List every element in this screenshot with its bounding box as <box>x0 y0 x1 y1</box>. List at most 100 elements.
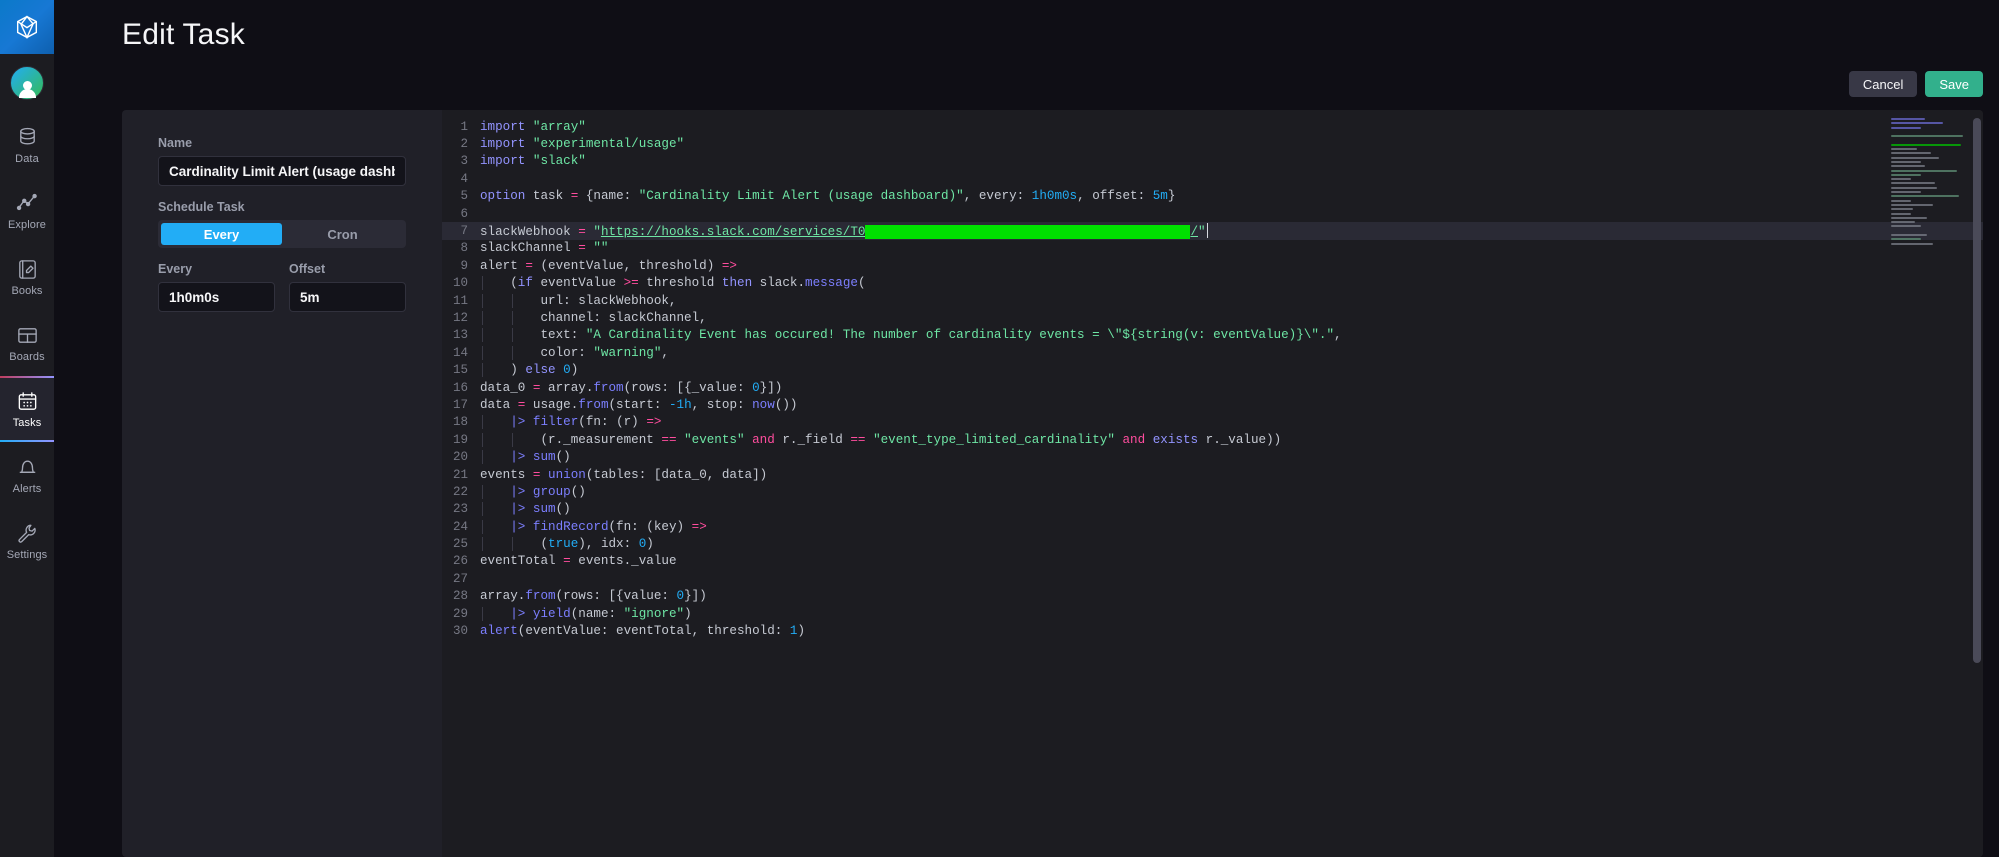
sidebar-item-boards[interactable]: Boards <box>0 310 54 376</box>
code-line-text[interactable]: (true), idx: 0) <box>478 537 654 551</box>
line-number: 29 <box>442 607 478 621</box>
code-line[interactable]: 2import "experimental/usage" <box>442 135 1983 152</box>
code-token: " <box>593 225 601 239</box>
code-token: "experimental/usage" <box>533 137 684 151</box>
influxdb-logo-icon[interactable] <box>0 0 54 54</box>
code-token: findRecord <box>533 520 609 534</box>
sidebar-item-tasks[interactable]: Tasks <box>0 376 54 442</box>
code-line-text[interactable]: import "experimental/usage" <box>478 137 684 151</box>
code-line-text[interactable]: (if eventValue >= threshold then slack.m… <box>478 276 866 290</box>
indent-guide <box>482 311 483 325</box>
task-name-input[interactable] <box>158 156 406 186</box>
sidebar-item-explore[interactable]: Explore <box>0 178 54 244</box>
cancel-button[interactable]: Cancel <box>1849 71 1917 97</box>
code-line-text[interactable]: ) else 0) <box>478 363 578 377</box>
code-token: task <box>525 189 570 203</box>
user-avatar[interactable] <box>0 54 54 112</box>
code-line[interactable]: 16data_0 = array.from(rows: [{_value: 0}… <box>442 379 1983 396</box>
code-line[interactable]: 9alert = (eventValue, threshold) => <box>442 257 1983 274</box>
code-line[interactable]: 24 |> findRecord(fn: (key) => <box>442 518 1983 535</box>
code-token: } <box>1168 189 1176 203</box>
code-token: = <box>578 241 586 255</box>
code-line[interactable]: 22 |> group() <box>442 483 1983 500</box>
line-number: 16 <box>442 381 478 395</box>
offset-input[interactable] <box>289 282 406 312</box>
flux-code-editor[interactable]: 1import "array"2import "experimental/usa… <box>442 110 1983 857</box>
sidebar-item-books[interactable]: Books <box>0 244 54 310</box>
code-lines-container[interactable]: 1import "array"2import "experimental/usa… <box>442 118 1983 640</box>
code-line[interactable]: 8slackChannel = "" <box>442 240 1983 257</box>
code-line-text[interactable]: slackWebhook = "https://hooks.slack.com/… <box>478 223 1208 239</box>
code-line[interactable]: 11 url: slackWebhook, <box>442 292 1983 309</box>
code-line-text[interactable]: data = usage.from(start: -1h, stop: now(… <box>478 398 798 412</box>
code-token: |> <box>510 502 525 516</box>
schedule-cron-tab[interactable]: Cron <box>282 223 403 245</box>
code-line[interactable]: 30alert(eventValue: eventTotal, threshol… <box>442 622 1983 639</box>
indent-guide <box>482 520 483 534</box>
sidebar-item-label: Boards <box>9 351 44 363</box>
code-line-text[interactable]: text: "A Cardinality Event has occured! … <box>478 328 1342 342</box>
code-line-text[interactable]: import "array" <box>478 120 586 134</box>
code-line[interactable]: 13 text: "A Cardinality Event has occure… <box>442 327 1983 344</box>
code-line-text[interactable]: import "slack" <box>478 154 586 168</box>
editor-vertical-scrollbar[interactable] <box>1973 118 1981 663</box>
code-line-text[interactable]: |> group() <box>478 485 586 499</box>
code-token: () <box>556 450 571 464</box>
code-token: message <box>805 276 858 290</box>
sidebar-item-data[interactable]: Data <box>0 112 54 178</box>
code-line-text[interactable]: |> sum() <box>478 450 571 464</box>
save-button[interactable]: Save <box>1925 71 1983 97</box>
code-line[interactable]: 6 <box>442 205 1983 222</box>
code-line-text[interactable]: (r._measurement == "events" and r._field… <box>478 433 1281 447</box>
code-line[interactable]: 7slackWebhook = "https://hooks.slack.com… <box>442 222 1983 239</box>
line-number: 3 <box>442 154 478 168</box>
code-token[interactable]: / <box>1190 225 1198 239</box>
code-line-text[interactable]: eventTotal = events._value <box>478 554 677 568</box>
sidebar-item-alerts[interactable]: Alerts <box>0 442 54 508</box>
scrollbar-thumb[interactable] <box>1973 118 1981 663</box>
code-token[interactable]: https://hooks.slack.com/services/T0 <box>601 225 866 239</box>
code-token <box>525 520 533 534</box>
code-line-text[interactable]: channel: slackChannel, <box>478 311 707 325</box>
code-line[interactable]: 14 color: "warning", <box>442 344 1983 361</box>
code-line[interactable]: 10 (if eventValue >= threshold then slac… <box>442 275 1983 292</box>
code-line-text[interactable]: events = union(tables: [data_0, data]) <box>478 468 767 482</box>
code-line[interactable]: 25 (true), idx: 0) <box>442 535 1983 552</box>
code-line[interactable]: 18 |> filter(fn: (r) => <box>442 414 1983 431</box>
code-line-text[interactable]: alert = (eventValue, threshold) => <box>478 259 737 273</box>
indent-guide <box>482 276 483 290</box>
code-token <box>525 450 533 464</box>
code-line-text[interactable]: |> yield(name: "ignore") <box>478 607 692 621</box>
code-token: (rows: [{value: <box>556 589 677 603</box>
code-line-text[interactable]: |> findRecord(fn: (key) => <box>478 520 707 534</box>
schedule-every-tab[interactable]: Every <box>161 223 282 245</box>
code-line-text[interactable]: url: slackWebhook, <box>478 294 677 308</box>
code-line-text[interactable]: slackChannel = "" <box>478 241 609 255</box>
every-input[interactable] <box>158 282 275 312</box>
code-line[interactable]: 28array.from(rows: [{value: 0}]) <box>442 588 1983 605</box>
code-line-text[interactable]: array.from(rows: [{value: 0}]) <box>478 589 707 603</box>
code-line[interactable]: 26eventTotal = events._value <box>442 553 1983 570</box>
code-line[interactable]: 1import "array" <box>442 118 1983 135</box>
code-line[interactable]: 23 |> sum() <box>442 501 1983 518</box>
code-token: , offset: <box>1077 189 1153 203</box>
code-line[interactable]: 29 |> yield(name: "ignore") <box>442 605 1983 622</box>
code-line[interactable]: 19 (r._measurement == "events" and r._fi… <box>442 431 1983 448</box>
code-line-text[interactable]: data_0 = array.from(rows: [{_value: 0}]) <box>478 381 782 395</box>
code-line[interactable]: 17data = usage.from(start: -1h, stop: no… <box>442 396 1983 413</box>
code-line-text[interactable]: |> sum() <box>478 502 571 516</box>
name-label: Name <box>158 136 406 150</box>
code-line-text[interactable]: option task = {name: "Cardinality Limit … <box>478 189 1175 203</box>
code-line[interactable]: 21events = union(tables: [data_0, data]) <box>442 466 1983 483</box>
code-line[interactable]: 27 <box>442 570 1983 587</box>
code-line[interactable]: 15 ) else 0) <box>442 361 1983 378</box>
code-line-text[interactable]: color: "warning", <box>478 346 669 360</box>
code-line[interactable]: 5option task = {name: "Cardinality Limit… <box>442 188 1983 205</box>
code-line[interactable]: 3import "slack" <box>442 153 1983 170</box>
code-line[interactable]: 12 channel: slackChannel, <box>442 309 1983 326</box>
code-line-text[interactable]: |> filter(fn: (r) => <box>478 415 661 429</box>
code-line[interactable]: 4 <box>442 170 1983 187</box>
code-line-text[interactable]: alert(eventValue: eventTotal, threshold:… <box>478 624 805 638</box>
code-line[interactable]: 20 |> sum() <box>442 448 1983 465</box>
sidebar-item-settings[interactable]: Settings <box>0 508 54 574</box>
